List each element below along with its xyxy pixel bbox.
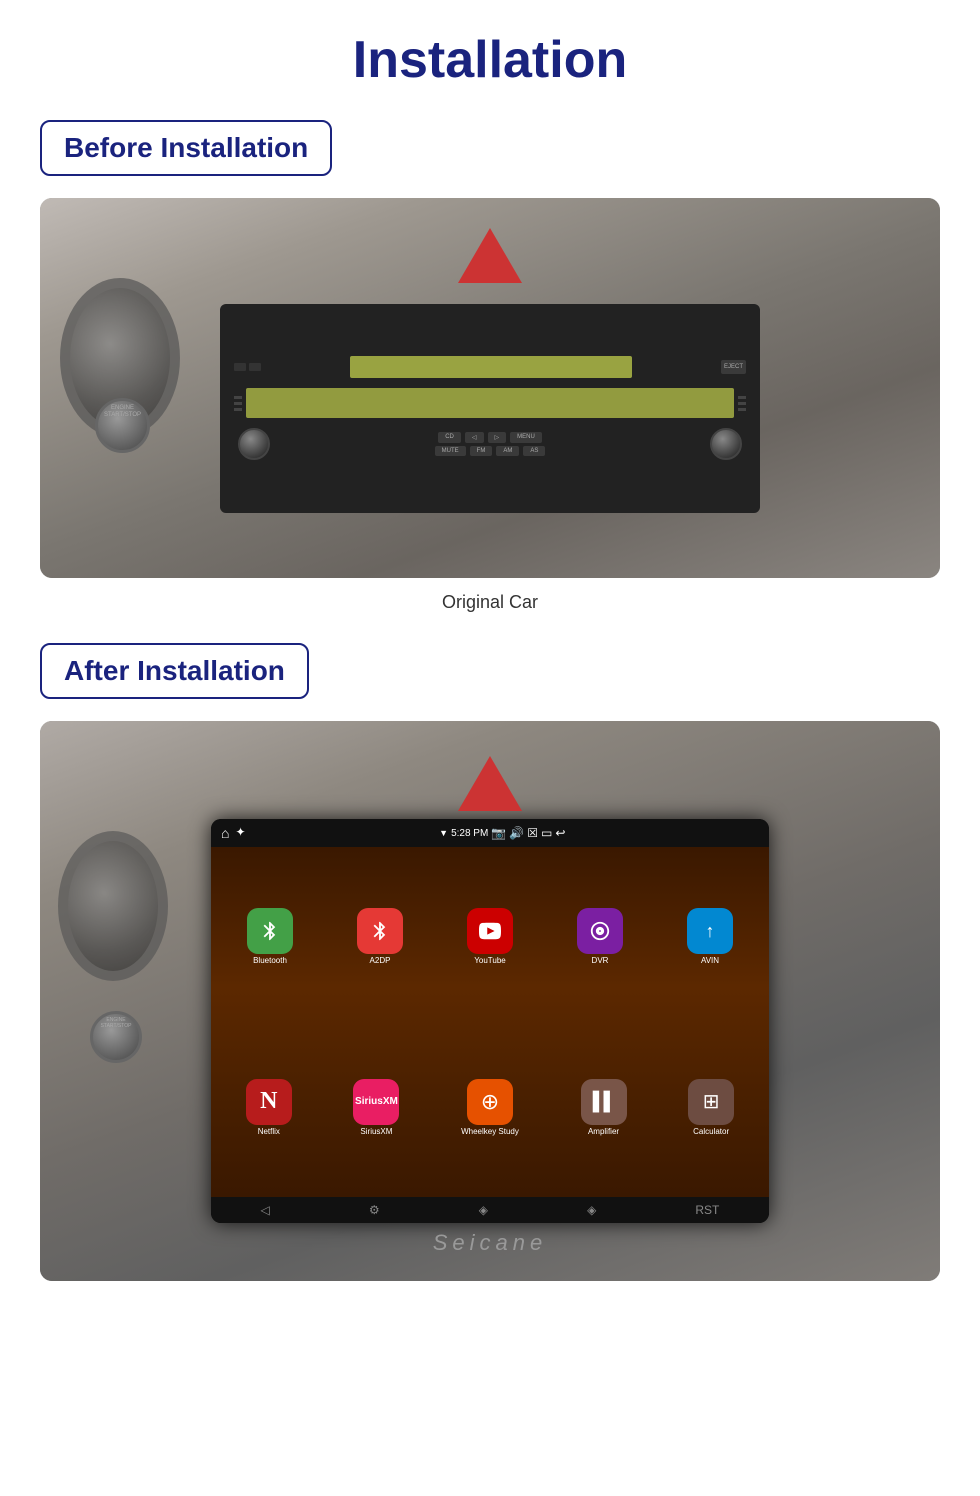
netflix-app-label: Netflix — [258, 1127, 280, 1136]
nav-phone-icon[interactable]: ◈ — [587, 1203, 596, 1217]
siriusxm-app-icon: SiriusXM — [353, 1079, 399, 1125]
app-calculator[interactable]: ⊞ Calculator — [688, 1079, 734, 1136]
steering-wheel-after — [58, 831, 168, 981]
original-radio-unit: EJECT — [220, 304, 760, 513]
bluetooth-app-icon — [247, 908, 293, 954]
nav-media-icon[interactable]: ◈ — [479, 1203, 488, 1217]
nav-icon: ✦ — [235, 825, 245, 841]
amplifier-app-icon: ▌▌ — [581, 1079, 627, 1125]
calculator-app-label: Calculator — [693, 1127, 729, 1136]
apps-row-2: N Netflix SiriusXM SiriusXM ⊕ Wheelkey S… — [215, 1024, 765, 1191]
android-status-bar: ⌂ ✦ ▼ 5:28 PM 📷 🔊 ☒ ▭ ↩ — [211, 819, 769, 847]
before-installation-image: EJECT — [40, 198, 940, 578]
home-icon[interactable]: ⌂ — [221, 825, 229, 841]
app-dvr[interactable]: DVR — [577, 908, 623, 965]
app-avin[interactable]: ↑ AVIN — [687, 908, 733, 965]
page-title: Installation — [40, 20, 940, 90]
android-head-unit-screen: ⌂ ✦ ▼ 5:28 PM 📷 🔊 ☒ ▭ ↩ — [211, 819, 769, 1222]
app-netflix[interactable]: N Netflix — [246, 1079, 292, 1136]
nav-reset-icon[interactable]: RST — [695, 1203, 719, 1217]
nav-gear-icon[interactable]: ⚙ — [369, 1203, 380, 1217]
youtube-app-icon — [467, 908, 513, 954]
calculator-app-icon: ⊞ — [688, 1079, 734, 1125]
hazard-triangle-after — [458, 756, 522, 811]
app-siriusxm[interactable]: SiriusXM SiriusXM — [353, 1079, 399, 1136]
dvr-app-icon — [577, 908, 623, 954]
wheelkey-app-icon: ⊕ — [467, 1079, 513, 1125]
a2dp-app-label: A2DP — [370, 956, 391, 965]
netflix-app-icon: N — [246, 1079, 292, 1125]
android-nav-bar: ◁ ⚙ ◈ ◈ RST — [211, 1197, 769, 1223]
ignition-key-before: ENGINESTART/STOP — [95, 398, 150, 453]
ignition-key-after: ENGINESTART/STOP — [90, 1011, 142, 1063]
android-home-screen: Bluetooth A2DP — [211, 847, 769, 1196]
status-bar-center: ▼ 5:28 PM 📷 🔊 ☒ ▭ ↩ — [439, 826, 565, 840]
bluetooth-app-label: Bluetooth — [253, 956, 287, 965]
youtube-app-label: YouTube — [474, 956, 505, 965]
siriusxm-app-label: SiriusXM — [360, 1127, 392, 1136]
apps-row-1: Bluetooth A2DP — [215, 853, 765, 1020]
hazard-triangle-before — [458, 228, 522, 283]
before-caption: Original Car — [40, 592, 940, 613]
wheelkey-app-label: Wheelkey Study — [461, 1127, 519, 1136]
app-youtube[interactable]: YouTube — [467, 908, 513, 965]
page-wrapper: Installation Before Installation EJEC — [0, 0, 980, 1335]
app-wheelkey[interactable]: ⊕ Wheelkey Study — [461, 1079, 519, 1136]
avin-app-icon: ↑ — [687, 908, 733, 954]
nav-back-icon[interactable]: ◁ — [261, 1203, 270, 1217]
a2dp-app-icon — [357, 908, 403, 954]
app-a2dp[interactable]: A2DP — [357, 908, 403, 965]
avin-app-label: AVIN — [701, 956, 719, 965]
before-installation-label: Before Installation — [40, 120, 332, 176]
app-bluetooth[interactable]: Bluetooth — [247, 908, 293, 965]
seicane-brand-label: Seicane — [433, 1230, 548, 1256]
app-amplifier[interactable]: ▌▌ Amplifier — [581, 1079, 627, 1136]
amplifier-app-label: Amplifier — [588, 1127, 619, 1136]
after-installation-label: After Installation — [40, 643, 309, 699]
after-installation-image: ENGINESTART/STOP ⌂ ✦ ▼ 5:28 PM 📷 🔊 ☒ — [40, 721, 940, 1281]
dvr-app-label: DVR — [592, 956, 609, 965]
